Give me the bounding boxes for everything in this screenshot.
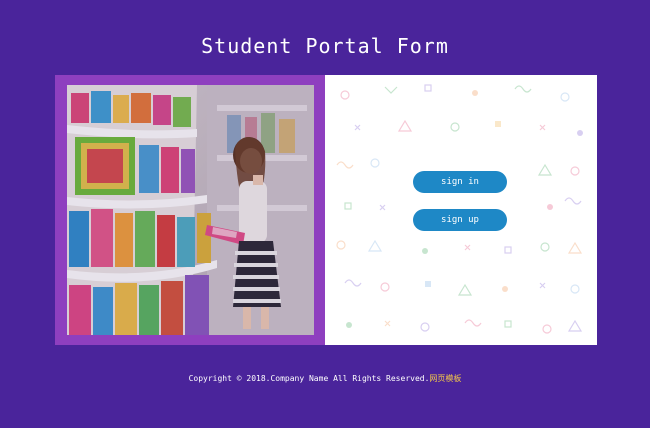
sign-in-form-area: sign in sign up [325, 75, 597, 345]
sign-up-button[interactable]: sign up [413, 209, 507, 231]
student-photo [67, 85, 314, 335]
footer: Copyright © 2018.Company Name All Rights… [0, 373, 650, 384]
photo-frame [55, 75, 325, 345]
sign-in-button[interactable]: sign in [413, 171, 507, 193]
copyright-text: Copyright © 2018.Company Name All Rights… [188, 374, 430, 383]
portal-panel: sign in sign up [55, 75, 597, 345]
footer-link[interactable]: 网页模板 [429, 374, 461, 383]
page-title: Student Portal Form [201, 34, 449, 58]
